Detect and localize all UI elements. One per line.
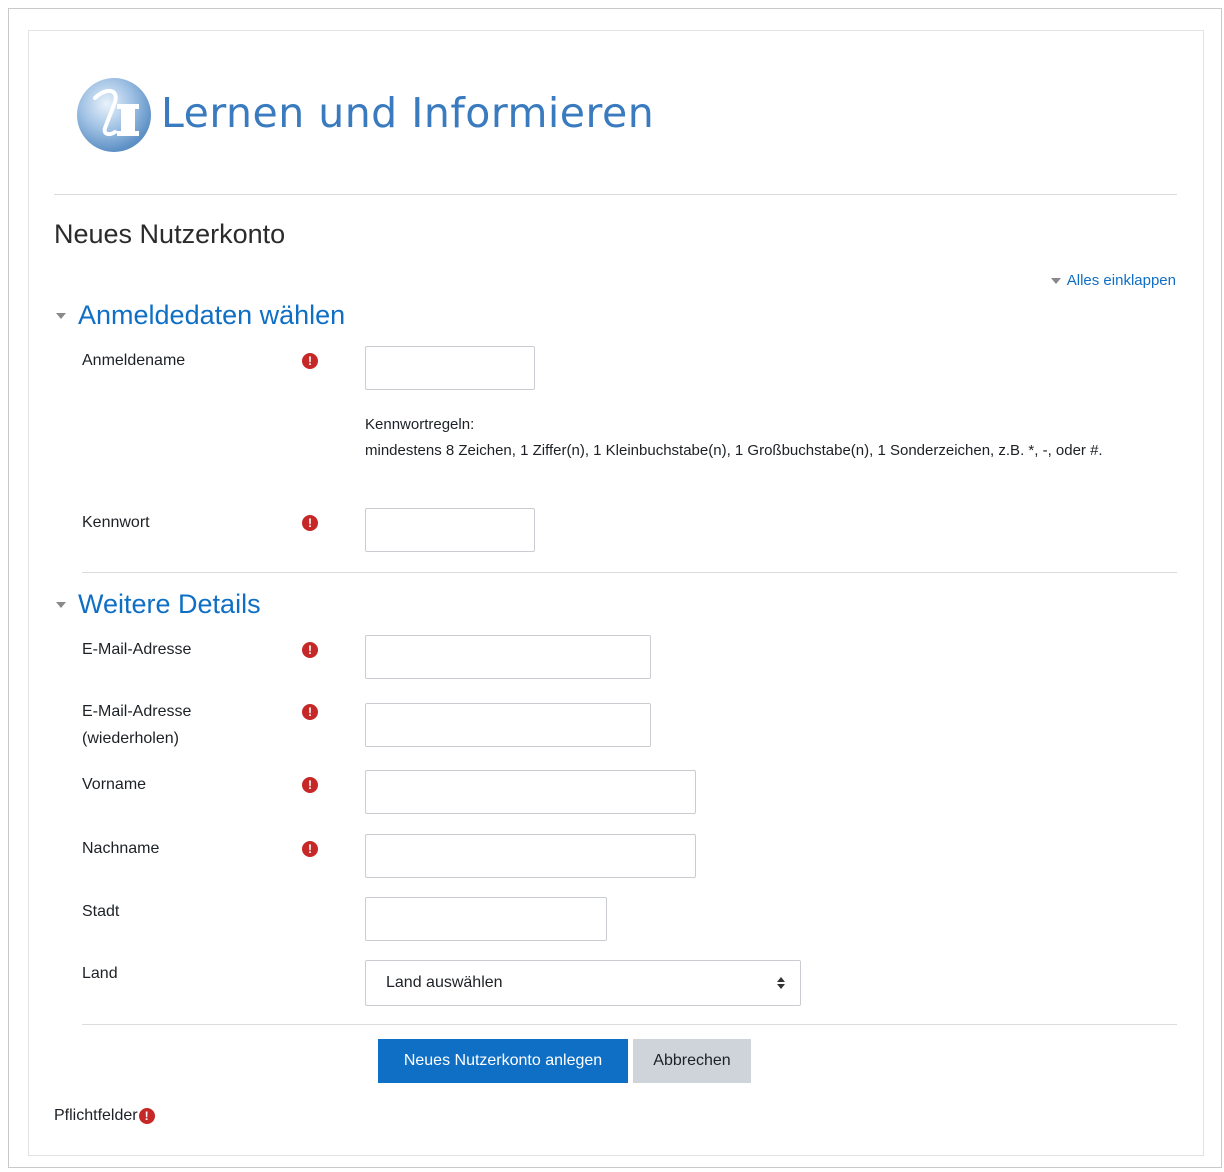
select-sort-icon (776, 974, 786, 992)
city-label: Stadt (82, 903, 120, 920)
firstname-input[interactable] (365, 770, 696, 814)
section-toggle-details[interactable]: Weitere Details (56, 589, 261, 620)
password-rules-title: Kennwortregeln: (365, 416, 475, 433)
required-fields-note: Pflichtfelder ! (54, 1107, 155, 1125)
section-toggle-login[interactable]: Anmeldedaten wählen (56, 300, 345, 331)
required-exclamation-icon: ! (302, 777, 318, 793)
country-select[interactable]: Land auswählen (365, 960, 801, 1006)
required-fields-label: Pflichtfelder (54, 1107, 138, 1124)
email-repeat-input[interactable] (365, 703, 651, 747)
password-rules-text: mindestens 8 Zeichen, 1 Ziffer(n), 1 Kle… (365, 442, 1103, 459)
username-label: Anmeldename (82, 352, 186, 369)
email-repeat-label: E-Mail-Adresse (wiederholen) (82, 698, 191, 752)
cancel-button[interactable]: Abbrechen (633, 1039, 751, 1083)
required-exclamation-icon: ! (302, 642, 318, 658)
logo-text: Lernen und Informieren (161, 89, 655, 137)
lastname-input[interactable] (365, 834, 696, 878)
header-divider (54, 194, 1177, 195)
firstname-label: Vorname (82, 776, 147, 793)
username-input[interactable] (365, 346, 535, 390)
email-label: E-Mail-Adresse (82, 641, 192, 658)
collapse-all-label: Alles einklappen (1066, 272, 1176, 289)
city-input[interactable] (365, 897, 607, 941)
section-divider (82, 572, 1177, 573)
password-input[interactable] (365, 508, 535, 552)
required-exclamation-icon: ! (302, 353, 318, 369)
caret-down-icon (56, 601, 66, 608)
page-title: Neues Nutzerkonto (54, 219, 286, 249)
section-title-login: Anmeldedaten wählen (78, 300, 346, 330)
caret-down-icon (1050, 277, 1061, 284)
collapse-all-link[interactable]: Alles einklappen (1050, 272, 1176, 289)
country-select-value: Land auswählen (386, 974, 503, 991)
email-input[interactable] (365, 635, 651, 679)
required-exclamation-icon: ! (302, 704, 318, 720)
create-account-button[interactable]: Neues Nutzerkonto anlegen (378, 1039, 628, 1083)
required-exclamation-icon: ! (302, 515, 318, 531)
site-logo[interactable]: Lernen und Informieren (75, 75, 654, 155)
section-title-details: Weitere Details (78, 589, 261, 619)
password-rules: Kennwortregeln: mindestens 8 Zeichen, 1 … (365, 412, 1165, 464)
country-label: Land (82, 965, 118, 982)
required-exclamation-icon: ! (302, 841, 318, 857)
password-label: Kennwort (82, 514, 150, 531)
logo-badge-icon (75, 76, 153, 154)
caret-down-icon (56, 312, 66, 319)
form-actions-divider (82, 1024, 1177, 1025)
email-repeat-label-line1: E-Mail-Adresse (82, 703, 192, 720)
required-exclamation-icon: ! (138, 1108, 155, 1124)
lastname-label: Nachname (82, 840, 160, 857)
email-repeat-label-line2: (wiederholen) (82, 730, 179, 747)
